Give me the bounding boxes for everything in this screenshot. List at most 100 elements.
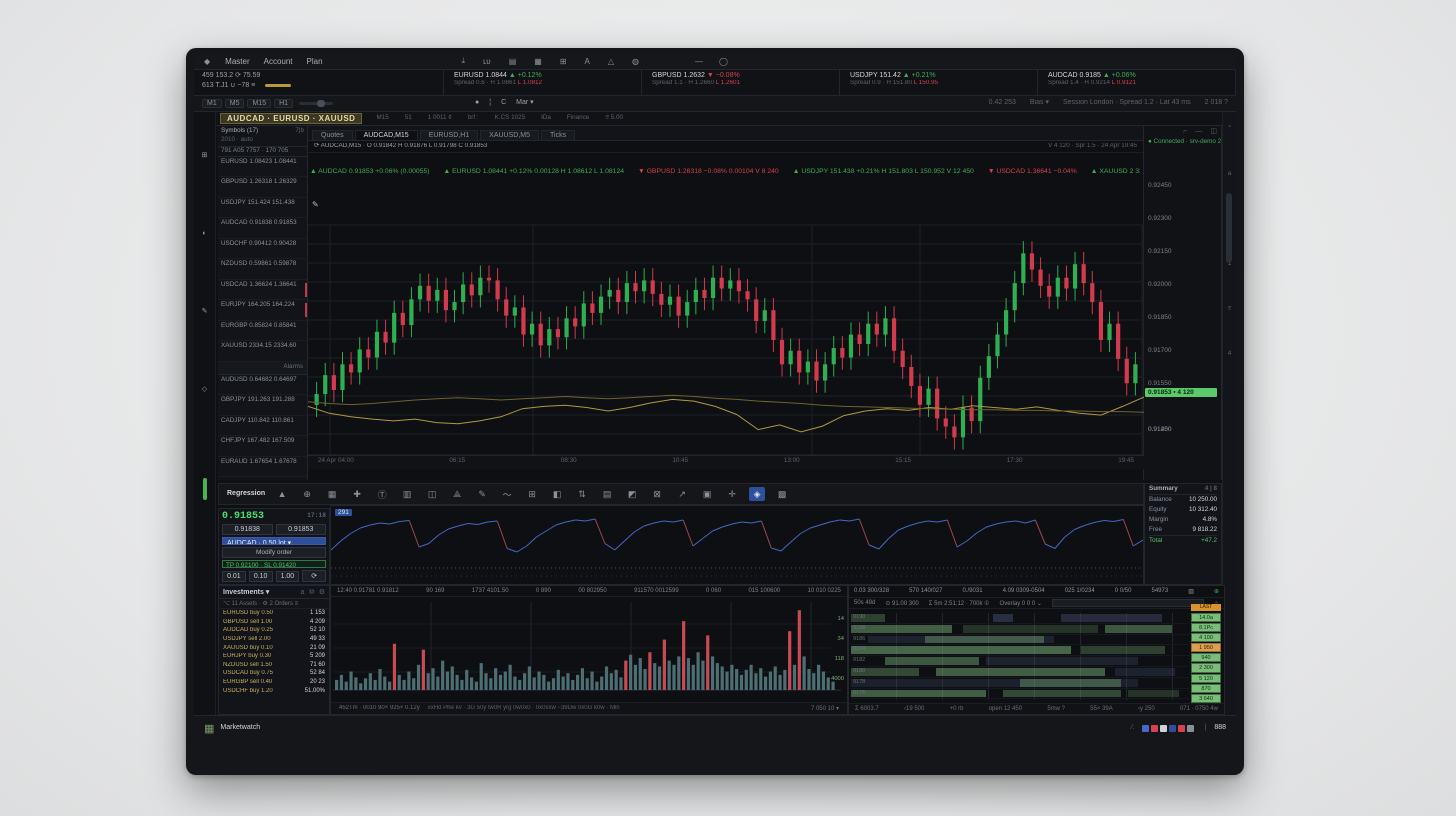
watchlist-row[interactable]: USDCHF 0.90412 0.90428	[218, 239, 307, 260]
strip-glyph[interactable]: a	[1228, 171, 1232, 178]
depth-filter-input[interactable]	[1052, 599, 1204, 607]
collapse-icon[interactable]: ⌐	[1183, 128, 1187, 136]
contrast-icon[interactable]: ◐	[202, 230, 206, 238]
watchlist-row[interactable]: USDJPY 151.424 151.438	[218, 198, 307, 219]
symbolbar-item[interactable]: ≡ 5.00	[605, 115, 623, 122]
watchlist-row[interactable]: GBPUSD 1.26318 1.26329	[218, 177, 307, 198]
tp-sl-levels[interactable]: TP 0.92100 · SL 0.91420	[222, 560, 326, 568]
crosshair-icon[interactable]: ✚	[349, 487, 365, 501]
position-row[interactable]: XAUUSD buy 0.1021 09	[219, 643, 329, 652]
watchlist-row[interactable]: USDCAD 1.36624 1.36641	[218, 280, 307, 301]
left-strip-indicator[interactable]	[203, 478, 207, 500]
session-slider[interactable]	[265, 84, 291, 87]
volume-bar-chart[interactable]	[331, 598, 847, 700]
watchlist-row[interactable]: EURAUD 1.67654 1.67678	[218, 457, 307, 478]
grid-icon[interactable]: ⊞	[202, 152, 208, 160]
ladder-cell[interactable]: 940	[1191, 653, 1221, 662]
menu-account[interactable]: Account	[257, 56, 300, 67]
symbolbar-item[interactable]: M15	[376, 115, 388, 122]
tab-quotes[interactable]: Quotes	[312, 130, 353, 140]
buy-button[interactable]: 0.91853	[276, 524, 327, 535]
timeframe-h1[interactable]: H1	[274, 99, 293, 108]
ladder-cell[interactable]: 1 950	[1191, 643, 1221, 652]
sort-icon[interactable]: ⇅	[574, 487, 590, 501]
new-chart-icon[interactable]: ⊞	[556, 56, 571, 67]
position-row[interactable]: AUDCAD buy 0.2552 10	[219, 626, 329, 635]
text-tool-icon[interactable]: Ⓣ	[374, 487, 390, 501]
menu-plan[interactable]: Plan	[300, 56, 330, 67]
watchlist-row[interactable]: CADJPY 110.842 110.861	[218, 416, 307, 437]
symbolbar-item[interactable]: brf :	[468, 115, 479, 122]
autotrade-icon[interactable]: A	[581, 56, 594, 67]
lot-button[interactable]: 0.10	[249, 571, 273, 582]
new-order-icon[interactable]: ⊕	[299, 487, 315, 501]
toolbar-item[interactable]: ●	[475, 99, 479, 107]
record-icon[interactable]: ◍	[628, 56, 643, 67]
wave-tool-icon[interactable]: 〜	[499, 487, 515, 501]
minimize-icon[interactable]: —	[691, 56, 707, 67]
indicator-icon[interactable]: ▥	[399, 487, 415, 501]
fill-tool-icon[interactable]: ◧	[549, 487, 565, 501]
snapshot-icon[interactable]: ▣	[699, 487, 715, 501]
symbolbar-item[interactable]: 1 0011 ¢	[428, 115, 452, 122]
candlestick-chart[interactable]	[308, 153, 1144, 455]
positions-icon[interactable]: ⚙	[319, 588, 325, 596]
position-row[interactable]: GBPUSD sell 1.004 209	[219, 618, 329, 627]
restore-icon[interactable]: ◫	[1210, 128, 1217, 136]
triangle-tool-icon[interactable]: ⟁	[449, 487, 465, 501]
position-row[interactable]: USDCAD buy 0.7552 84	[219, 669, 329, 678]
modify-order-button[interactable]: Modify order	[222, 547, 326, 558]
minimize-icon[interactable]: —	[1195, 128, 1202, 136]
split-view-icon[interactable]: ◫	[424, 487, 440, 501]
tab-eurusd-h1[interactable]: EURUSD,H1	[420, 130, 478, 140]
grid-view-icon[interactable]: ▦	[530, 56, 546, 67]
move-icon[interactable]: ✛	[724, 487, 740, 501]
layout-icon[interactable]: ʟᴜ	[479, 56, 495, 67]
strip-glyph[interactable]: 4	[1228, 351, 1232, 358]
toolbar-item[interactable]: Mar ▾	[516, 99, 534, 107]
marketwatch-icon[interactable]: ▦	[204, 722, 214, 735]
tab-ticks[interactable]: Ticks	[541, 130, 575, 140]
watchlist-row[interactable]: AUDCAD 0.91838 0.91853	[218, 218, 307, 239]
strip-glyph[interactable]: ≡	[1228, 306, 1232, 313]
strip-glyph[interactable]: ⌃	[1227, 126, 1232, 133]
timeframe-m15[interactable]: M15	[247, 99, 271, 108]
watchlist-row[interactable]: EURGBP 0.85824 0.85841	[218, 321, 307, 342]
symbolbar-item[interactable]: K.CS 1025	[495, 115, 525, 122]
menu-master[interactable]: Master	[218, 56, 256, 67]
positions-icon[interactable]: ⑩	[308, 588, 314, 596]
grid-icon[interactable]: ▦	[324, 487, 340, 501]
status-label[interactable]: Marketwatch	[220, 724, 260, 732]
pattern-icon[interactable]: ▩	[774, 487, 790, 501]
ladder-cell[interactable]: 8.1Pc	[1191, 623, 1221, 632]
timeframe-m1[interactable]: M1	[202, 99, 222, 108]
position-row[interactable]: EURJPY buy 0.305 209	[219, 652, 329, 661]
ladder-cell[interactable]: 3 640	[1191, 694, 1221, 703]
tab-xauusd-m5[interactable]: XAUUSD,M5	[480, 130, 539, 140]
trendline-icon[interactable]: ↗	[674, 487, 690, 501]
toolbar-item[interactable]: C	[501, 99, 506, 107]
ladder-cell[interactable]: 2 300	[1191, 663, 1221, 672]
lot-button[interactable]: 1.00	[276, 571, 300, 582]
position-row[interactable]: USDJPY sell 2.0049 33	[219, 635, 329, 644]
watchlist-row[interactable]: EURUSD 1.08423 1.08441	[218, 157, 307, 178]
position-row[interactable]: USDCHF buy 1.2051.00%	[219, 686, 329, 695]
positions-icon[interactable]: a	[301, 589, 305, 596]
toolbar-item[interactable]: ¦	[489, 99, 491, 107]
position-row[interactable]: EURUSD buy 0.501 153	[219, 609, 329, 618]
watchlist-row[interactable]: CHFJPY 167.482 167.509	[218, 436, 307, 457]
download-icon[interactable]: ⤓	[458, 55, 470, 67]
instrument-select[interactable]: AUDCAD · 0.50 lot ▾	[222, 537, 326, 545]
add-panel-icon[interactable]: ⊞	[524, 487, 540, 501]
scrollbar-thumb[interactable]	[1226, 193, 1232, 263]
shade-icon[interactable]: ◩	[624, 487, 640, 501]
book-icon[interactable]: ▧	[1188, 588, 1194, 595]
watchlist-row[interactable]: XAUUSD 2334.15 2334.60	[218, 341, 307, 362]
depth-heatmap-rows[interactable]: 91909188918691849182918091789176	[851, 613, 1189, 700]
positions-title[interactable]: Investments ▾	[223, 588, 269, 596]
marker-icon[interactable]: ◇	[202, 386, 207, 394]
ladder-cell[interactable]: 870	[1191, 684, 1221, 693]
ladder-cell[interactable]: 4 100	[1191, 633, 1221, 642]
draw-icon[interactable]: ✎	[474, 487, 490, 501]
delete-icon[interactable]: ⊠	[649, 487, 665, 501]
